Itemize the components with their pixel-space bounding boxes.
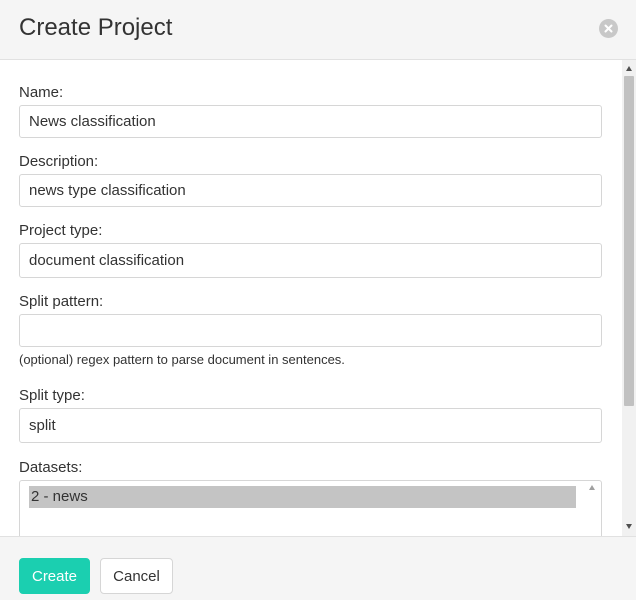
close-circle-icon — [604, 24, 613, 33]
project-type-input[interactable] — [19, 243, 602, 278]
select-scroll-up-icon[interactable] — [589, 485, 595, 490]
split-pattern-input[interactable] — [19, 314, 602, 347]
dialog-footer: Create Cancel — [0, 536, 636, 600]
dialog-header: Create Project — [0, 0, 636, 60]
split-pattern-help: (optional) regex pattern to parse docume… — [19, 352, 345, 367]
body-scrollbar[interactable] — [622, 60, 636, 536]
name-input[interactable] — [19, 105, 602, 138]
split-type-input[interactable] — [19, 408, 602, 443]
description-label: Description: — [19, 153, 99, 170]
dialog-body[interactable]: Name: Description: Project type: Split p… — [0, 60, 622, 536]
project-type-label: Project type: — [19, 222, 103, 239]
name-label: Name: — [19, 84, 64, 101]
datasets-select[interactable]: 2 - news — [19, 480, 602, 536]
scroll-down-arrow-icon[interactable] — [626, 524, 632, 529]
description-input[interactable] — [19, 174, 602, 207]
datasets-label: Datasets: — [19, 459, 83, 476]
split-pattern-label: Split pattern: — [19, 293, 104, 310]
dataset-option-selected[interactable]: 2 - news — [29, 486, 576, 508]
create-button[interactable]: Create — [19, 558, 90, 594]
close-button[interactable] — [599, 19, 618, 38]
scroll-up-arrow-icon[interactable] — [626, 66, 632, 71]
scrollbar-thumb[interactable] — [624, 76, 634, 406]
split-type-label: Split type: — [19, 387, 85, 404]
cancel-button[interactable]: Cancel — [100, 558, 173, 594]
dialog-title: Create Project — [19, 14, 173, 41]
